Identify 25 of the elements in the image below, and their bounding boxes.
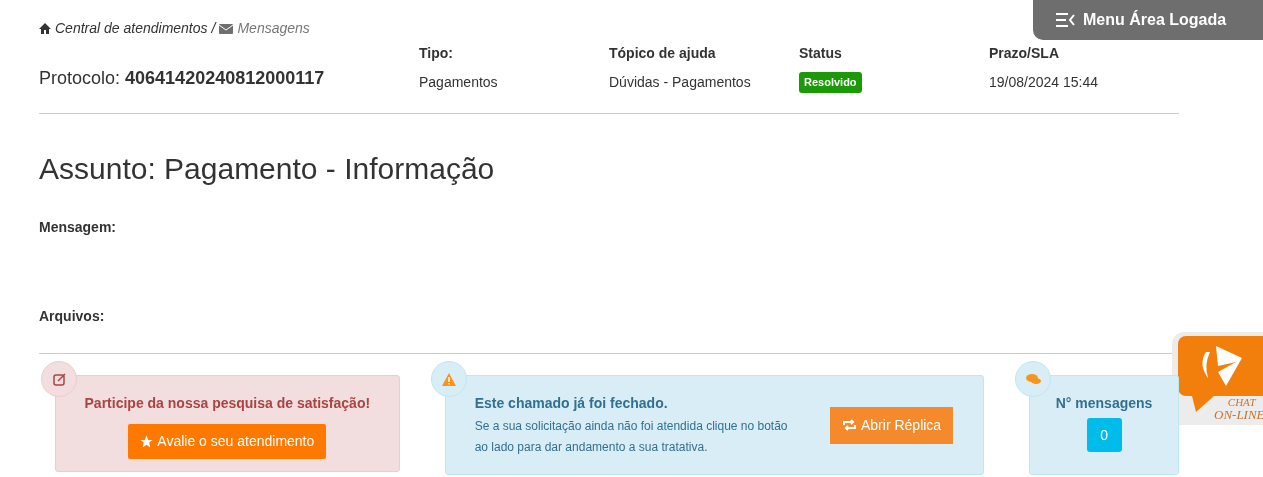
subject-heading: Assunto: Pagamento - Informação	[39, 154, 496, 184]
protocol-label: Protocolo:	[39, 68, 122, 88]
protocol-number: 40641420240812000117	[125, 68, 325, 88]
menu-button[interactable]: Menu Área Logada	[1033, 0, 1263, 40]
files-label: Arquivos:	[39, 307, 106, 326]
field-value: 19/08/2024 15:44	[989, 73, 1099, 92]
breadcrumb-link[interactable]: Central de atendimentos	[55, 18, 208, 39]
status-badge: Resolvido	[799, 72, 862, 93]
field-value: Dúvidas - Pagamentos	[609, 73, 752, 92]
breadcrumb-link[interactable]: Mensagens	[237, 18, 310, 39]
field-label: Status	[799, 44, 843, 63]
message-count: 0	[1086, 418, 1122, 452]
field-label: Tipo:	[419, 44, 454, 63]
survey-title: Participe da nossa pesquisa de satisfação!	[84, 394, 371, 413]
breadcrumb-separator: /	[211, 19, 216, 38]
messages-title: N° mensagens	[1055, 394, 1153, 413]
field-label: Prazo/SLA	[989, 44, 1060, 63]
rate-button[interactable]: Avalie o seu atendimento	[128, 424, 327, 459]
field-value: Pagamentos	[419, 73, 499, 92]
field-label: Tópico de ajuda	[609, 44, 717, 63]
reopen-button[interactable]: Abrir Réplica	[830, 406, 954, 444]
chat-label[interactable]: CHAT	[1227, 397, 1256, 408]
closed-title: Este chamado já foi fechado.	[474, 393, 669, 413]
closed-text: Se a sua solicitação ainda não foi atendida clique no botão ao lado para dar andamento a sua tratativa.	[474, 417, 789, 456]
message-label: Mensagem:	[39, 218, 118, 237]
